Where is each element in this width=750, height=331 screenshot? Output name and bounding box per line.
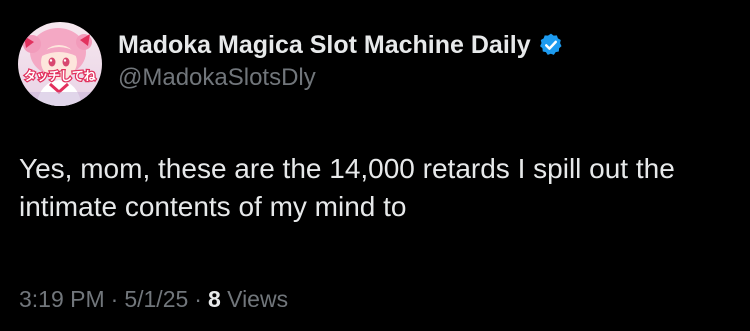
views-count: 8 [207,286,221,312]
tweet-header: Madoka Magica Slot Machine Daily @Madoka… [118,28,564,92]
name-row: Madoka Magica Slot Machine Daily [118,28,564,62]
tweet-time[interactable]: 3:19 PM [19,286,105,312]
anime-avatar-image: タッチしてね [18,22,102,106]
verified-badge-icon[interactable] [538,32,564,58]
tweet-text: Yes, mom, these are the 14,000 retards I… [19,153,675,222]
tweet-meta: 3:19 PM · 5/1/25 · 8 Views [19,286,288,313]
username-handle[interactable]: @MadokaSlotsDly [118,64,564,92]
meta-separator: · [110,286,119,312]
avatar-lettering: タッチしてね [24,69,96,83]
meta-separator: · [194,286,202,312]
tweet-card: タッチしてね Madoka Magica Slot Machine Daily … [0,0,750,331]
display-name[interactable]: Madoka Magica Slot Machine Daily [118,31,531,60]
views-label: Views [227,286,289,312]
avatar[interactable]: タッチしてね [18,22,102,106]
tweet-date[interactable]: 5/1/25 [124,286,188,312]
